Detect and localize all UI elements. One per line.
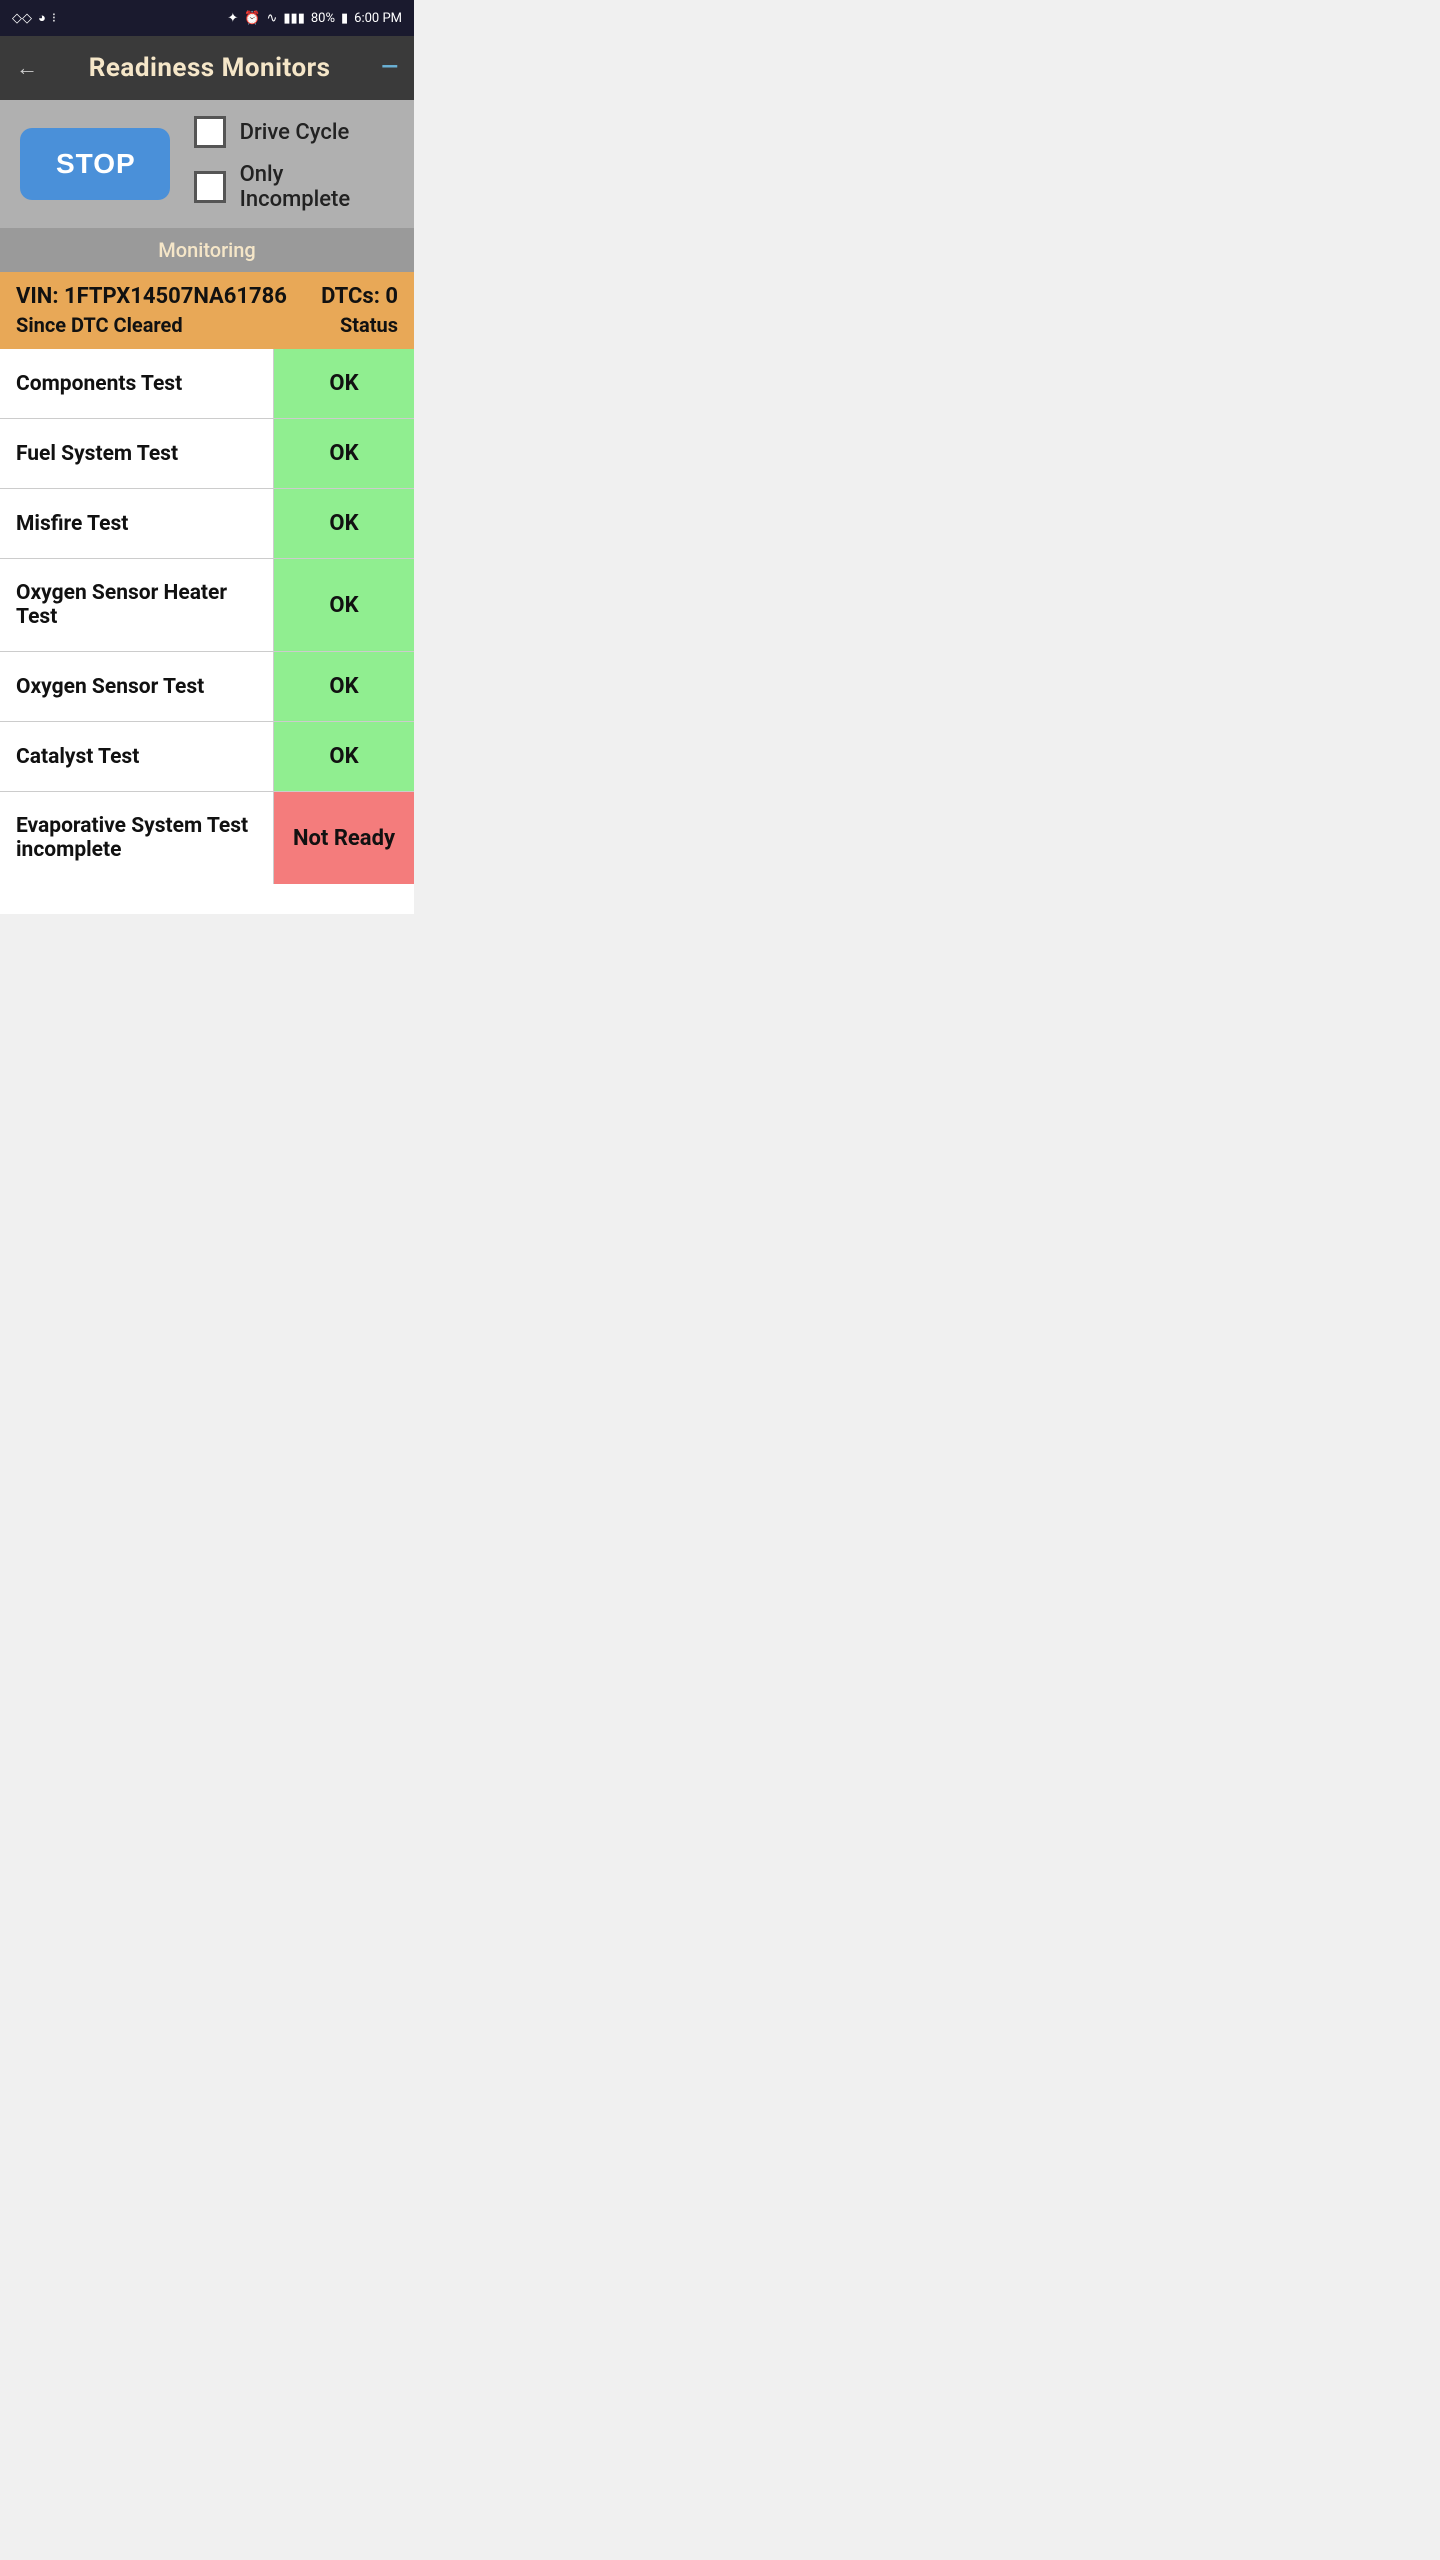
dtc-count: DTCs: 0	[321, 284, 398, 309]
checkboxes-container: Drive Cycle Only Incomplete	[194, 116, 394, 212]
test-status-cell: OK	[274, 419, 414, 488]
status-left-icons: ◇◇ ◕ ⁝	[12, 10, 56, 26]
test-status-cell: OK	[274, 652, 414, 721]
only-incomplete-checkbox[interactable]	[194, 171, 226, 203]
time-display: 6:00 PM	[354, 11, 402, 26]
back-button[interactable]: ←	[16, 55, 38, 81]
signal-a-icon: ◕	[38, 10, 46, 26]
status-column-header: Status	[340, 313, 398, 337]
test-name-cell: Misfire Test	[0, 489, 274, 558]
only-incomplete-label: Only Incomplete	[240, 162, 394, 212]
dots-icon: ⁝	[52, 11, 56, 26]
test-name-cell: Evaporative System Test incomplete	[0, 792, 274, 884]
bluetooth-icon: ✦	[227, 11, 238, 26]
controls-section: STOP Drive Cycle Only Incomplete	[0, 100, 414, 228]
app-header: ← Readiness Monitors —	[0, 36, 414, 100]
test-status-cell: OK	[274, 559, 414, 651]
test-name-cell: Catalyst Test	[0, 722, 274, 791]
test-status-cell: OK	[274, 722, 414, 791]
alarm-icon: ⏰	[244, 11, 260, 26]
since-dtc-label: Since DTC Cleared	[16, 313, 287, 337]
drive-cycle-label: Drive Cycle	[240, 120, 350, 145]
bottom-padding	[0, 884, 414, 914]
table-row: Oxygen Sensor TestOK	[0, 652, 414, 722]
status-bar: ◇◇ ◕ ⁝ ✦ ⏰ ∿ ▮▮▮ 80% ▮ 6:00 PM	[0, 0, 414, 36]
signal-bars-icon: ▮▮▮	[283, 11, 304, 26]
drive-cycle-checkbox[interactable]	[194, 116, 226, 148]
table-row: Misfire TestOK	[0, 489, 414, 559]
battery-text: 80%	[311, 11, 335, 26]
stop-button[interactable]: STOP	[20, 128, 170, 200]
vin-display: VIN: 1FTPX14507NA61786	[16, 284, 287, 309]
voicemail-icon: ◇◇	[12, 11, 32, 26]
only-incomplete-row: Only Incomplete	[194, 162, 394, 212]
table-row: Components TestOK	[0, 349, 414, 419]
test-status-cell: OK	[274, 489, 414, 558]
test-status-cell: OK	[274, 349, 414, 418]
table-row: Catalyst TestOK	[0, 722, 414, 792]
test-name-cell: Components Test	[0, 349, 274, 418]
drive-cycle-row: Drive Cycle	[194, 116, 394, 148]
monitoring-bar: Monitoring	[0, 228, 414, 272]
test-name-cell: Oxygen Sensor Test	[0, 652, 274, 721]
test-name-cell: Oxygen Sensor Heater Test	[0, 559, 274, 651]
readiness-table: Components TestOKFuel System TestOKMisfi…	[0, 349, 414, 884]
test-status-cell: Not Ready	[274, 792, 414, 884]
status-right-icons: ✦ ⏰ ∿ ▮▮▮ 80% ▮ 6:00 PM	[227, 11, 402, 26]
table-row: Fuel System TestOK	[0, 419, 414, 489]
minimize-button[interactable]: —	[381, 57, 398, 79]
battery-icon: ▮	[341, 11, 348, 26]
table-row: Evaporative System Test incompleteNot Re…	[0, 792, 414, 884]
test-name-cell: Fuel System Test	[0, 419, 274, 488]
table-row: Oxygen Sensor Heater TestOK	[0, 559, 414, 652]
monitoring-label: Monitoring	[158, 238, 255, 262]
vin-left: VIN: 1FTPX14507NA61786 Since DTC Cleared	[16, 284, 287, 337]
page-title: Readiness Monitors	[89, 53, 331, 83]
vin-right: DTCs: 0 Status	[321, 284, 398, 337]
vin-section: VIN: 1FTPX14507NA61786 Since DTC Cleared…	[0, 272, 414, 349]
wifi-icon: ∿	[266, 11, 277, 26]
